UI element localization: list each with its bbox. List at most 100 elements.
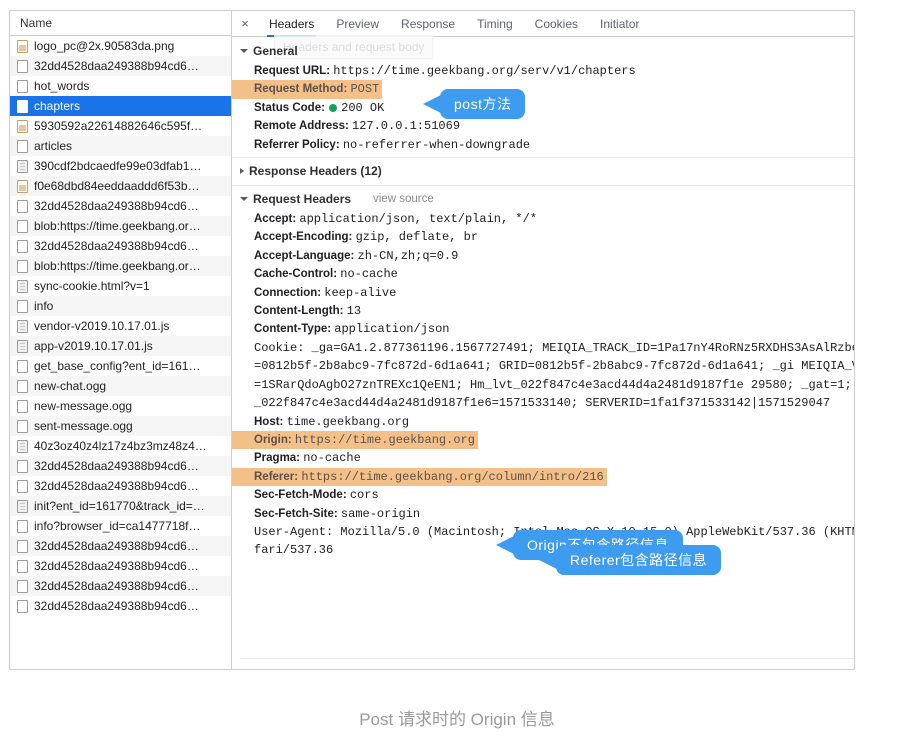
close-icon[interactable]: × [232, 11, 258, 36]
chevron-down-icon[interactable] [240, 48, 248, 53]
header-row-request method: Request Method: POST [232, 80, 854, 99]
document-file-icon [17, 219, 28, 233]
header-value-referrer policy: no-referrer-when-downgrade [342, 137, 531, 152]
network-list-item[interactable]: vendor-v2019.10.17.01.js [10, 316, 231, 336]
tab-label: Preview [336, 16, 380, 31]
highlight-marker: Origin: https://time.geekbang.org [232, 430, 478, 450]
header-key-sec-fetch-site: Sec-Fetch-Site: [254, 507, 341, 520]
network-list-item[interactable]: 32dd4528daa249388b94cd6… [10, 196, 231, 216]
header-key-remote address: Remote Address: [254, 120, 352, 133]
tab-timing[interactable]: Timing [466, 11, 524, 36]
tab-label: Headers [269, 16, 315, 31]
network-list-item-label: 32dd4528daa249388b94cd6… [34, 559, 199, 573]
header-key-content-type: Content-Type: [254, 323, 335, 336]
callout-post-method: post方法 [423, 89, 526, 119]
header-row-origin: Origin: https://time.geekbang.org [232, 430, 854, 450]
network-list-item[interactable]: chapters [10, 96, 231, 116]
header-value-request url: https://time.geekbang.org/serv/v1/chapte… [333, 64, 636, 78]
tab-response[interactable]: Response [390, 11, 466, 36]
header-value-host: time.geekbang.org [286, 414, 410, 429]
document-file-icon [17, 59, 28, 73]
network-list-item[interactable]: blob:https://time.geekbang.or… [10, 216, 231, 236]
header-row-pragma: Pragma: no-cache [232, 449, 854, 467]
header-value-referer: https://time.geekbang.org/column/intro/2… [301, 469, 604, 484]
general-rows: Request URL: https://time.geekbang.org/s… [232, 62, 854, 154]
network-list-item-label: 32dd4528daa249388b94cd6… [34, 59, 199, 73]
document-file-icon [17, 459, 28, 473]
view-source-link[interactable]: view source [373, 193, 434, 205]
document-file-icon [17, 79, 28, 93]
network-list-item[interactable]: f0e68dbd84eeddaaddd6f53b… [10, 176, 231, 196]
network-list-rows[interactable]: logo_pc@2x.90583da.png 32dd4528daa249388b… [10, 36, 231, 616]
callout-arrow-icon [423, 95, 441, 113]
network-list-item[interactable]: 32dd4528daa249388b94cd6… [10, 556, 231, 576]
header-key-sec-fetch-mode: Sec-Fetch-Mode: [254, 489, 350, 502]
document-file-icon [17, 359, 28, 373]
network-list-item-label: 32dd4528daa249388b94cd6… [34, 579, 199, 593]
tab-initiator[interactable]: Initiator [589, 11, 650, 36]
network-list-item[interactable]: sync-cookie.html?v=1 [10, 276, 231, 296]
network-list-item[interactable]: blob:https://time.geekbang.or… [10, 256, 231, 276]
chevron-down-icon[interactable] [240, 196, 248, 201]
header-row-content-type: Content-Type: application/json [232, 320, 854, 338]
network-list-item-label: new-message.ogg [34, 399, 133, 413]
section-response-headers-header[interactable]: Response Headers (12) [232, 160, 854, 182]
network-list-item[interactable]: app-v2019.10.17.01.js [10, 336, 231, 356]
request-header-rows-2: Host: time.geekbang.org Origin: https://t… [232, 413, 854, 523]
callout-post-method-text: post方法 [454, 96, 512, 112]
script-file-icon [17, 439, 28, 453]
header-row-remote address: Remote Address: 127.0.0.1:51069 [232, 117, 854, 135]
network-list-item[interactable]: 390cdf2bdcaedfe99e03dfab1… [10, 156, 231, 176]
network-list-item-label: logo_pc@2x.90583da.png [34, 39, 175, 53]
network-list-item[interactable]: info [10, 296, 231, 316]
callout-arrow-icon [496, 536, 514, 554]
network-list-item[interactable]: sent-message.ogg [10, 416, 231, 436]
network-list-item[interactable]: 40z3oz40z4lz17z4bz3mz48z4… [10, 436, 231, 456]
network-list-item-label: hot_words [34, 79, 90, 93]
highlight-marker: Request Method: POST [232, 80, 383, 99]
network-list-item-label: vendor-v2019.10.17.01.js [34, 319, 170, 333]
network-list-item[interactable]: get_base_config?ent_id=161… [10, 356, 231, 376]
network-list-item[interactable]: 32dd4528daa249388b94cd6… [10, 536, 231, 556]
header-key-referrer policy: Referrer Policy: [254, 138, 343, 151]
network-list-item-label: info?browser_id=ca1477718f… [34, 519, 201, 533]
script-file-icon [17, 499, 28, 513]
header-value-accept-encoding: gzip, deflate, br [355, 230, 479, 245]
network-list-item[interactable]: 32dd4528daa249388b94cd6… [10, 236, 231, 256]
section-general-title: General [253, 44, 298, 58]
detail-tabbar[interactable]: × Headers Preview Response Timing Cookies Ini… [232, 11, 854, 59]
detail-tabs[interactable]: Headers Preview Response Timing Cookies Initi… [258, 11, 650, 37]
header-key-accept-encoding: Accept-Encoding: [254, 231, 356, 244]
network-list-item[interactable]: 5930592a22614882646c595f… [10, 116, 231, 136]
section-general-header[interactable]: General [232, 40, 854, 62]
header-key-cookie: Cookie: [254, 340, 305, 355]
network-list-item[interactable]: info?browser_id=ca1477718f… [10, 516, 231, 536]
document-file-icon [17, 99, 28, 113]
network-list-item-label: new-chat.ogg [34, 379, 107, 393]
network-list-item[interactable]: 32dd4528daa249388b94cd6… [10, 476, 231, 496]
network-list-item[interactable]: 32dd4528daa249388b94cd6… [10, 576, 231, 596]
callout-referer-text: Referer包含路径信息 [570, 552, 708, 568]
tab-cookies[interactable]: Cookies [524, 11, 589, 36]
tab-preview[interactable]: Preview [325, 11, 390, 36]
tab-headers[interactable]: Headers [258, 11, 325, 37]
network-list-item-label: 32dd4528daa249388b94cd6… [34, 539, 199, 553]
network-list-item[interactable]: 32dd4528daa249388b94cd6… [10, 456, 231, 476]
network-list-item[interactable]: logo_pc@2x.90583da.png [10, 36, 231, 56]
header-value-cache-control: no-cache [340, 267, 398, 282]
header-row-cache-control: Cache-Control: no-cache [232, 265, 854, 283]
network-list-item[interactable]: init?ent_id=161770&track_id=… [10, 496, 231, 516]
network-list-item[interactable]: 32dd4528daa249388b94cd6… [10, 596, 231, 616]
header-key-referer: Referer: [254, 470, 302, 483]
network-list-item[interactable]: new-chat.ogg [10, 376, 231, 396]
network-list-item[interactable]: articles [10, 136, 231, 156]
divider [232, 185, 854, 187]
network-list-item[interactable]: new-message.ogg [10, 396, 231, 416]
callout-arrow-icon [539, 551, 557, 569]
network-list-item[interactable]: hot_words [10, 76, 231, 96]
network-list-item[interactable]: 32dd4528daa249388b94cd6… [10, 56, 231, 76]
network-list-item-label: f0e68dbd84eeddaaddd6f53b… [34, 179, 200, 193]
section-request-headers-header[interactable]: Request Headers view source [232, 188, 854, 210]
network-request-list[interactable]: Name logo_pc@2x.90583da.png 32dd4528daa24… [10, 11, 232, 669]
chevron-right-icon[interactable] [240, 168, 244, 175]
